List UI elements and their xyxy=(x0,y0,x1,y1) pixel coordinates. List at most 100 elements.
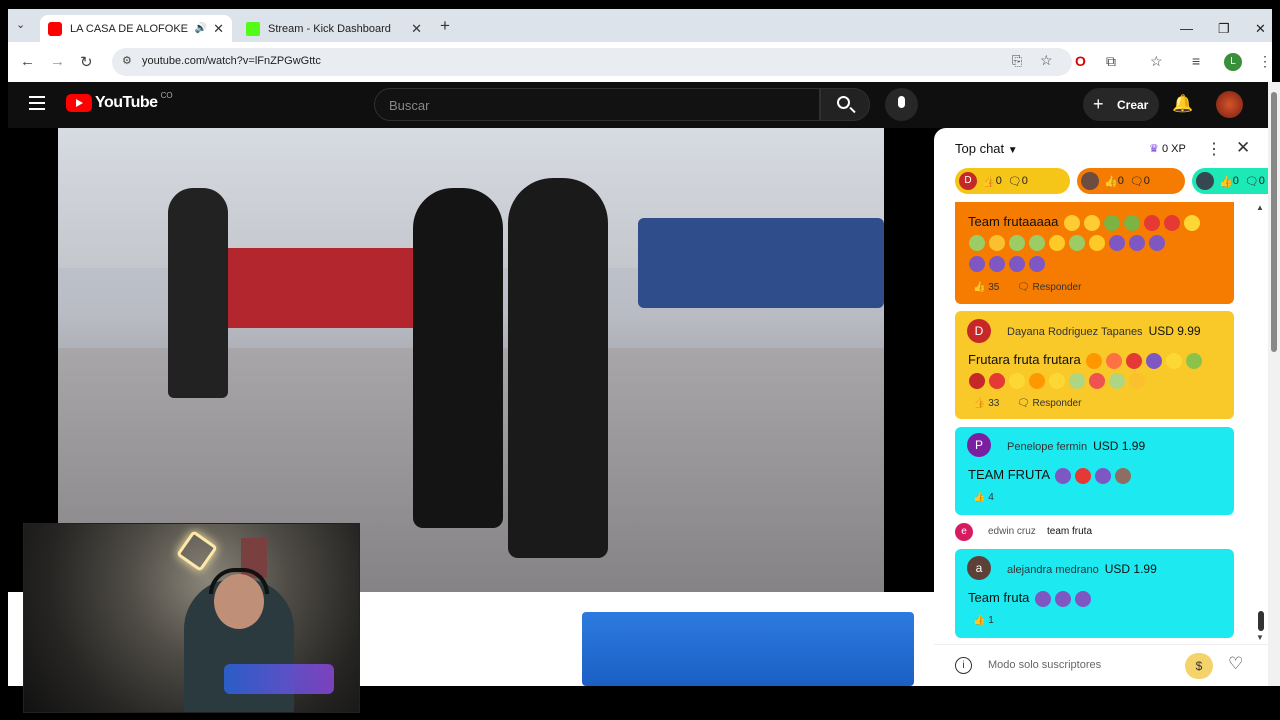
live-chat-panel: Top chat ▼ ♛ 0 XP ⋮ ✕ D 👍 0 🗨 0 👍 0 🗨 0 👍 0 🗨… xyxy=(934,128,1272,686)
video-person-far-left xyxy=(168,188,228,398)
back-icon[interactable]: ← xyxy=(20,53,35,70)
microphone-icon xyxy=(898,96,905,108)
ad-banner[interactable] xyxy=(582,612,914,686)
bookmarks-icon[interactable]: ☆ xyxy=(1150,53,1163,70)
plus-icon: + xyxy=(1093,94,1104,114)
emoji-row xyxy=(967,255,1047,273)
pinned-pill[interactable]: 👍 0 🗨 0 xyxy=(1077,168,1185,194)
like-icon: 👍 xyxy=(1104,175,1118,188)
like-count[interactable]: 👍 4 xyxy=(973,492,994,503)
voice-search-button[interactable] xyxy=(885,88,918,121)
pinned-pill[interactable]: D 👍 0 🗨 0 xyxy=(955,168,1070,194)
chevron-down-icon: ▼ xyxy=(1007,145,1018,156)
scroll-thumb[interactable] xyxy=(1258,611,1264,631)
chat-message: team fruta xyxy=(1047,526,1093,537)
tab-kick[interactable]: Stream - Kick Dashboard ✕ xyxy=(238,15,430,42)
site-info-icon[interactable]: ⚙ xyxy=(122,54,132,67)
avatar: D xyxy=(967,319,991,343)
chat-message-row[interactable]: e edwin cruz team fruta xyxy=(955,522,1234,542)
notifications-bell-icon[interactable]: 🔔 xyxy=(1172,94,1193,114)
page-scrollbar[interactable] xyxy=(1268,82,1280,686)
url-text: youtube.com/watch?v=lFnZPGwGttc xyxy=(142,55,321,67)
extensions-icon[interactable]: ⧉ xyxy=(1106,53,1116,70)
search-button[interactable] xyxy=(820,88,870,121)
neon-sign xyxy=(176,530,218,572)
like-count[interactable]: 👍 1 xyxy=(973,615,994,626)
hamburger-menu-icon[interactable] xyxy=(29,96,45,110)
maximize-button[interactable]: ❐ xyxy=(1218,21,1230,37)
tab-search-button[interactable]: ⌄ xyxy=(16,18,25,31)
page-scroll-thumb[interactable] xyxy=(1271,92,1277,352)
tab-youtube[interactable]: LA CASA DE ALOFOKE 2 (DI 🔊 ✕ xyxy=(40,15,232,42)
chat-author: Dayana Rodriguez Tapanes USD 9.99 xyxy=(1007,324,1201,338)
close-tab-icon[interactable]: ✕ xyxy=(213,21,224,37)
forward-icon[interactable]: → xyxy=(50,53,65,70)
reply-icon: 🗨 xyxy=(1244,175,1259,188)
create-button[interactable]: + Crear xyxy=(1083,88,1159,121)
emoji-row xyxy=(967,372,1147,390)
speaker-icon[interactable]: 🔊 xyxy=(195,23,207,34)
like-count[interactable]: 👍 33 xyxy=(973,398,999,409)
scroll-down-icon[interactable]: ▼ xyxy=(1256,633,1264,642)
video-left-sofa xyxy=(208,248,428,328)
chat-mode-selector[interactable]: Top chat ▼ xyxy=(955,141,1018,156)
pill-replies: 0 xyxy=(1143,175,1150,187)
xp-value: 0 XP xyxy=(1161,143,1186,155)
bookmark-star-icon[interactable]: ☆ xyxy=(1040,52,1053,69)
media-icon[interactable]: ≡ xyxy=(1192,53,1200,69)
avatar xyxy=(1196,172,1214,190)
account-avatar[interactable] xyxy=(1216,91,1243,118)
install-icon[interactable]: ⎘ xyxy=(1012,53,1022,69)
heart-icon[interactable]: ♡ xyxy=(1228,654,1243,674)
create-label: Crear xyxy=(1117,98,1149,112)
search-input[interactable]: Buscar xyxy=(374,88,820,121)
chat-mode-label: Top chat xyxy=(955,141,1005,156)
omnibox[interactable]: ⚙ youtube.com/watch?v=lFnZPGwGttc ⎘ ☆ xyxy=(112,48,1072,76)
pill-replies: 0 xyxy=(1021,175,1028,187)
profile-avatar[interactable]: L xyxy=(1224,53,1242,71)
superchat-card[interactable]: Team frutaaaaa 👍 35 🗨 Responder xyxy=(955,202,1234,304)
youtube-play-icon xyxy=(66,94,92,112)
reply-icon: 🗨 xyxy=(1007,175,1022,188)
close-chat-icon[interactable]: ✕ xyxy=(1236,138,1250,158)
chat-author: Penelope fermin USD 1.99 xyxy=(1007,439,1146,453)
info-icon[interactable]: i xyxy=(955,657,972,674)
superchat-card[interactable]: a alejandra medrano USD 1.99 Team fruta 👍… xyxy=(955,549,1234,638)
chat-menu-icon[interactable]: ⋮ xyxy=(1206,139,1222,159)
close-tab-icon[interactable]: ✕ xyxy=(411,21,422,37)
close-window-button[interactable]: ✕ xyxy=(1255,21,1266,37)
minimize-button[interactable]: — xyxy=(1180,21,1193,36)
superchat-card[interactable]: D Dayana Rodriguez Tapanes USD 9.99 Fruta… xyxy=(955,311,1234,419)
superchat-card[interactable]: P Penelope fermin USD 1.99 TEAM FRUTA 👍 4 xyxy=(955,427,1234,515)
chat-scrollbar[interactable]: ▲ ▼ xyxy=(1256,203,1266,643)
superchat-amount: USD 1.99 xyxy=(1093,439,1146,453)
video-sofa xyxy=(638,218,884,308)
avatar: D xyxy=(959,172,977,190)
scroll-up-icon[interactable]: ▲ xyxy=(1256,203,1266,212)
xp-badge[interactable]: ♛ 0 XP xyxy=(1149,142,1186,155)
avatar: P xyxy=(967,433,991,457)
chat-message: Frutara fruta frutara xyxy=(968,352,1204,369)
super-chat-icon[interactable]: $ xyxy=(1185,653,1213,679)
youtube-logo[interactable]: YouTube CO xyxy=(66,91,173,112)
avatar xyxy=(1081,172,1099,190)
chat-message: Team fruta xyxy=(968,590,1093,607)
chat-message: TEAM FRUTA xyxy=(968,467,1133,484)
reload-icon[interactable]: ↻ xyxy=(80,53,93,71)
chat-message: Team frutaaaaa xyxy=(968,214,1202,231)
menu-dots-icon[interactable]: ⋮ xyxy=(1258,53,1272,70)
subscribers-only-text: Modo solo suscriptores xyxy=(988,659,1102,671)
opera-extension-icon[interactable]: O xyxy=(1075,53,1086,69)
browser-tab-bar: ⌄ LA CASA DE ALOFOKE 2 (DI 🔊 ✕ Stream - … xyxy=(8,9,1272,42)
superchat-amount: USD 1.99 xyxy=(1104,562,1157,576)
avatar: e xyxy=(955,523,973,541)
reply-button[interactable]: 🗨 Responder xyxy=(1017,282,1081,293)
desk-lights xyxy=(224,664,334,694)
youtube-header: YouTube CO Buscar + Crear 🔔 xyxy=(8,82,1272,128)
like-count[interactable]: 👍 35 xyxy=(973,282,999,293)
new-tab-button[interactable]: + xyxy=(440,16,450,36)
reply-button[interactable]: 🗨 Responder xyxy=(1017,398,1081,409)
like-icon: 👍 xyxy=(1219,175,1233,188)
tab-title: Stream - Kick Dashboard xyxy=(268,22,391,35)
pinned-pill[interactable]: 👍 0 🗨 0 xyxy=(1192,168,1272,194)
